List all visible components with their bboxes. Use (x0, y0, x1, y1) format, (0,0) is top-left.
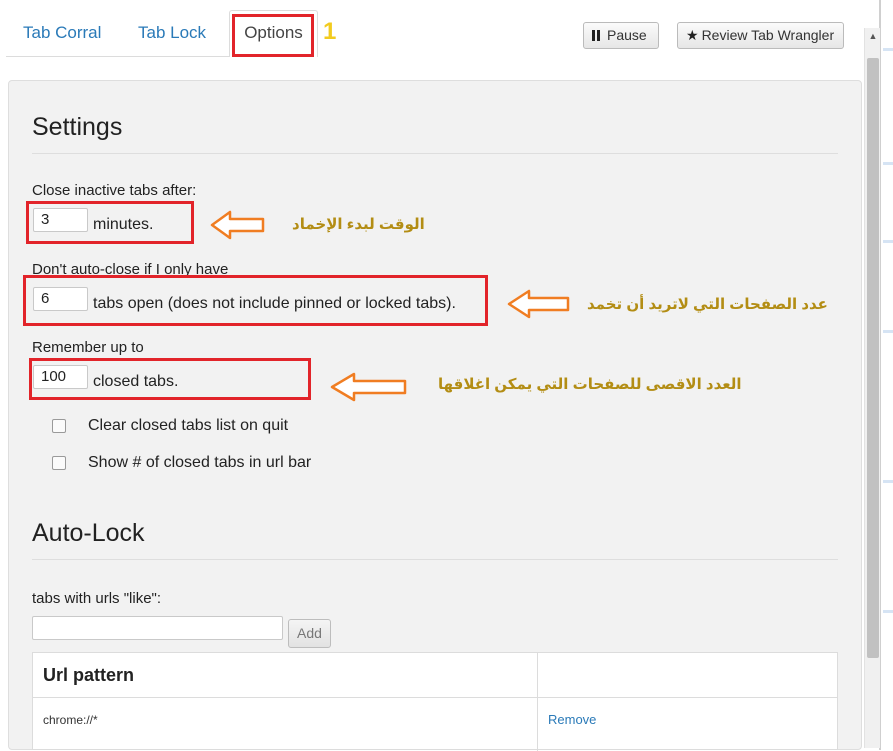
table-row-divider (33, 697, 837, 698)
url-pattern-table: Url pattern chrome://* Remove (32, 652, 838, 751)
show-count-label: Show # of closed tabs in url bar (88, 454, 312, 471)
url-pattern-input[interactable] (32, 616, 283, 640)
review-button-label: Review Tab Wrangler (701, 27, 835, 43)
table-column-divider (537, 653, 538, 751)
settings-panel (8, 80, 862, 750)
remove-link[interactable]: Remove (548, 712, 596, 727)
vertical-scrollbar[interactable]: ▲ (864, 28, 880, 748)
url-pattern-header: Url pattern (43, 665, 135, 685)
add-button[interactable]: Add (288, 619, 331, 648)
settings-heading: Settings (32, 113, 123, 141)
arrow-icon (507, 289, 570, 319)
scroll-up-icon[interactable]: ▲ (865, 28, 881, 44)
review-button[interactable]: ★ Review Tab Wrangler (677, 22, 844, 49)
autolock-heading: Auto-Lock (32, 519, 145, 547)
tab-wrangler-popup: Tab Corral Tab Lock Options 1 Pause ★ Rev… (0, 0, 880, 751)
arabic-note-2: عدد الصفحات التي لاتريد أن تخمد (587, 296, 828, 313)
tab-corral[interactable]: Tab Corral (23, 10, 101, 56)
edge-mark (883, 240, 893, 243)
settings-divider (32, 153, 838, 154)
edge-mark (883, 480, 893, 483)
edge-mark (883, 48, 893, 51)
scrollbar-thumb[interactable] (867, 58, 879, 658)
highlight-box-3 (29, 358, 311, 400)
tab-lock[interactable]: Tab Lock (138, 10, 206, 56)
options-highlight-box (232, 14, 314, 57)
arrow-icon (210, 210, 265, 240)
arabic-note-1: الوقت لبدء الإخماد (292, 216, 425, 233)
edge-mark (883, 330, 893, 333)
table-row-pattern: chrome://* (43, 713, 98, 727)
close-after-label: Close inactive tabs after: (32, 182, 197, 199)
arrow-icon (330, 372, 407, 402)
autolock-divider (32, 559, 838, 560)
pause-button[interactable]: Pause (583, 22, 659, 49)
tab-underline (6, 56, 229, 57)
clear-closed-checkbox[interactable] (52, 419, 66, 433)
urls-like-label: tabs with urls "like": (32, 590, 162, 607)
edge-mark (883, 610, 893, 613)
annotation-number: 1 (323, 18, 337, 45)
star-icon: ★ (686, 27, 699, 43)
pause-button-label: Pause (607, 27, 647, 43)
highlight-box-2 (23, 275, 488, 326)
clear-closed-label: Clear closed tabs list on quit (88, 417, 289, 434)
show-count-checkbox[interactable] (52, 456, 66, 470)
background-window-edge (880, 0, 893, 750)
highlight-box-1 (26, 201, 194, 244)
remember-label: Remember up to (32, 339, 144, 356)
edge-mark (883, 162, 893, 165)
pause-icon (592, 30, 601, 41)
arabic-note-3: العدد الاقصى للصفحات التي يمكن اغلاقها (438, 376, 742, 393)
